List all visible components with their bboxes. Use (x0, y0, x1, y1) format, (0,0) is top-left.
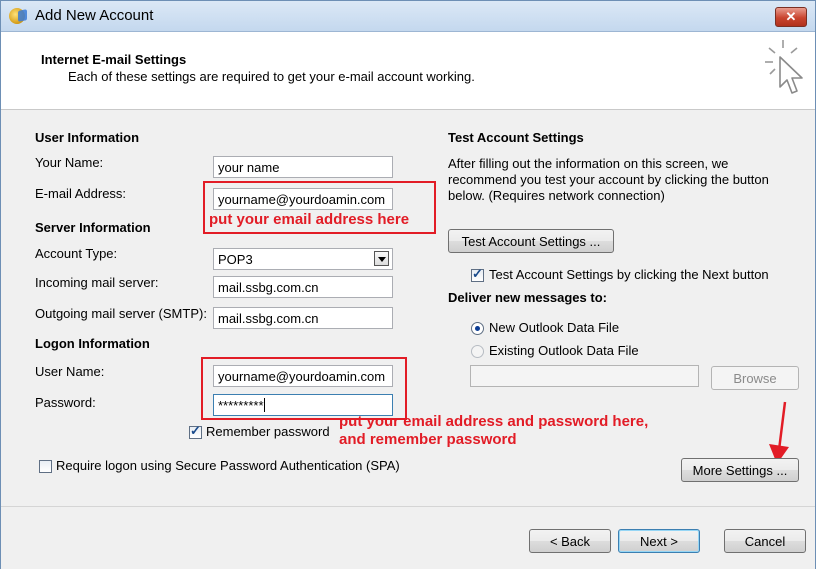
account-type-select[interactable]: POP3 (213, 248, 393, 270)
deliver-messages-heading: Deliver new messages to: (448, 290, 607, 305)
red-arrow-icon (769, 401, 789, 464)
close-icon: ✕ (785, 9, 797, 24)
incoming-server-label: Incoming mail server: (35, 275, 159, 290)
account-type-value: POP3 (218, 252, 253, 267)
logon-annotation-line2: and remember password (339, 431, 517, 448)
test-settings-heading: Test Account Settings (448, 130, 584, 145)
logon-annotation-line1: put your email address and password here… (339, 413, 649, 430)
outgoing-server-label: Outgoing mail server (SMTP): (35, 306, 207, 321)
email-annotation: put your email address here (209, 211, 410, 228)
add-account-window: Add New Account ✕ Internet E-mail Settin… (0, 0, 816, 569)
outlook-app-icon (9, 8, 25, 24)
chevron-down-icon[interactable] (374, 251, 389, 266)
logon-information-heading: Logon Information (35, 336, 150, 351)
browse-button[interactable]: Browse (711, 366, 799, 390)
test-account-settings-button[interactable]: Test Account Settings ... (448, 229, 614, 253)
next-button[interactable]: Next > (618, 529, 700, 553)
logon-highlight-box (201, 357, 407, 420)
test-description-line1: After filling out the information on thi… (448, 156, 729, 171)
new-data-file-label: New Outlook Data File (489, 320, 620, 335)
close-button[interactable]: ✕ (775, 7, 807, 27)
test-on-next-label: Test Account Settings by clicking the Ne… (489, 267, 769, 282)
window-title: Add New Account (35, 7, 154, 24)
spa-checkbox[interactable] (39, 460, 52, 473)
test-description-line3: below. (Requires network connection) (448, 188, 665, 203)
wizard-header: Internet E-mail Settings Each of these s… (1, 32, 815, 110)
cancel-button[interactable]: Cancel (724, 529, 806, 553)
spa-label: Require logon using Secure Password Auth… (56, 458, 400, 473)
email-address-label: E-mail Address: (35, 186, 127, 201)
test-on-next-checkbox[interactable] (471, 266, 484, 282)
remember-password-checkbox[interactable] (189, 423, 202, 439)
page-title: Internet E-mail Settings (41, 52, 187, 67)
new-data-file-radio[interactable] (471, 322, 484, 335)
mouse-cursor-icon (765, 40, 803, 94)
test-description-line2: recommend you test your account by click… (448, 172, 769, 187)
data-file-path-input[interactable] (470, 365, 699, 387)
more-settings-button[interactable]: More Settings ... (681, 458, 799, 482)
user-information-heading: User Information (35, 130, 140, 145)
remember-password-label: Remember password (206, 424, 330, 439)
existing-data-file-radio[interactable] (471, 345, 484, 358)
outgoing-server-input[interactable]: mail.ssbg.com.cn (213, 307, 393, 329)
existing-data-file-label: Existing Outlook Data File (489, 343, 639, 358)
user-name-label: User Name: (35, 364, 105, 379)
incoming-server-input[interactable]: mail.ssbg.com.cn (213, 276, 393, 298)
wizard-footer: < Back Next > Cancel (1, 506, 815, 569)
back-button[interactable]: < Back (529, 529, 611, 553)
settings-content: User Information Your Name: your name E-… (1, 110, 815, 505)
your-name-label: Your Name: (35, 155, 104, 170)
password-label: Password: (35, 395, 96, 410)
server-information-heading: Server Information (35, 220, 151, 235)
your-name-input[interactable]: your name (213, 156, 393, 178)
title-bar: Add New Account ✕ (1, 1, 815, 32)
page-subtitle: Each of these settings are required to g… (68, 69, 475, 84)
account-type-label: Account Type: (35, 246, 118, 261)
